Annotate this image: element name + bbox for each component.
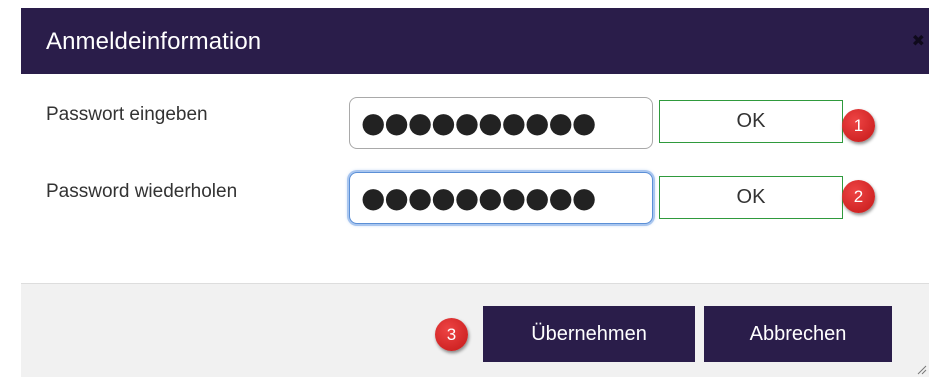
repeat-password-label: Password wiederholen (46, 181, 238, 202)
password-input[interactable]: ●●●●●●●●●● (349, 97, 653, 149)
resize-grip-icon[interactable] (915, 363, 927, 375)
credentials-dialog: Anmeldeinformation ✖ Passwort eingeben ●… (21, 8, 929, 377)
close-icon[interactable]: ✖ (912, 34, 925, 50)
dialog-titlebar[interactable]: Anmeldeinformation ✖ (21, 8, 929, 74)
repeat-password-input[interactable]: ●●●●●●●●●● (349, 172, 653, 224)
dialog-title: Anmeldeinformation (46, 28, 262, 55)
apply-button[interactable]: Übernehmen (483, 306, 695, 362)
password-ok-button[interactable]: OK (659, 100, 843, 143)
dialog-footer: 3 Übernehmen Abbrechen (21, 283, 929, 377)
step-badge-1: 1 (842, 109, 875, 142)
cancel-button[interactable]: Abbrechen (704, 306, 892, 362)
repeat-password-ok-button[interactable]: OK (659, 176, 843, 219)
step-badge-2: 2 (842, 180, 875, 213)
step-badge-3: 3 (435, 318, 468, 351)
password-label: Passwort eingeben (46, 104, 208, 125)
